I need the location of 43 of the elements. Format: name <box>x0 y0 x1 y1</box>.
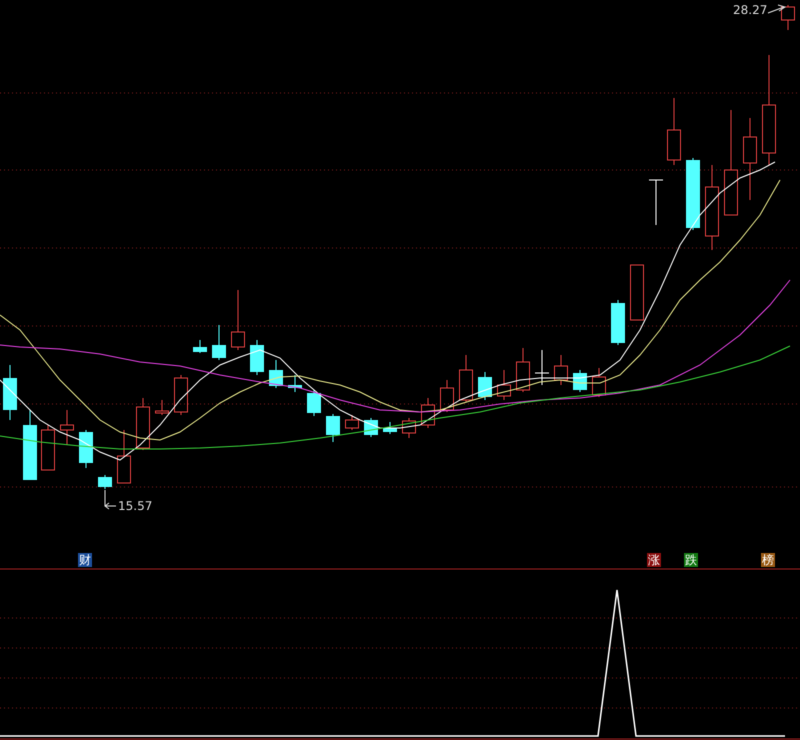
candlestick <box>98 474 112 490</box>
candlestick <box>440 380 454 412</box>
candlestick <box>193 340 207 354</box>
candlestick <box>781 4 795 30</box>
candlestick <box>402 418 416 438</box>
candlestick <box>60 410 74 446</box>
candlestick <box>554 354 568 386</box>
candlestick <box>459 354 473 402</box>
candlestick <box>41 424 55 470</box>
candlestick <box>23 410 37 480</box>
candlestick <box>3 364 17 420</box>
candlestick <box>231 290 245 350</box>
high-price-arrow-icon <box>768 4 786 14</box>
candlestick <box>288 374 302 392</box>
candlestick <box>667 98 681 166</box>
candlestick <box>497 370 511 400</box>
indicator-tag[interactable]: 榜 <box>761 553 775 567</box>
price-label: 15.57 <box>118 499 152 513</box>
candlestick <box>79 430 93 468</box>
candlestick <box>326 414 340 442</box>
candlestick <box>136 398 150 450</box>
indicator-tag[interactable]: 涨 <box>647 553 661 567</box>
candlestick <box>174 374 188 416</box>
candlestick <box>630 264 644 320</box>
candlestick <box>117 430 131 484</box>
candlestick <box>155 400 169 416</box>
candlestick <box>383 422 397 434</box>
indicator-tag[interactable]: 跌 <box>684 553 698 567</box>
candlestick <box>516 348 530 392</box>
candlestick <box>269 360 283 388</box>
low-price-arrow-icon <box>104 490 116 510</box>
candlestick <box>307 390 321 416</box>
candlestick <box>212 324 226 360</box>
candlestick <box>250 340 264 376</box>
candlestick <box>611 300 625 346</box>
candlestick <box>345 414 359 430</box>
candlestick <box>421 398 435 428</box>
candlestick <box>648 180 664 226</box>
candlestick <box>592 368 606 398</box>
candlestick <box>534 350 550 386</box>
candlestick <box>478 372 492 400</box>
indicator-tag[interactable]: 财 <box>78 553 92 567</box>
price-label: 28.27 <box>733 3 768 17</box>
